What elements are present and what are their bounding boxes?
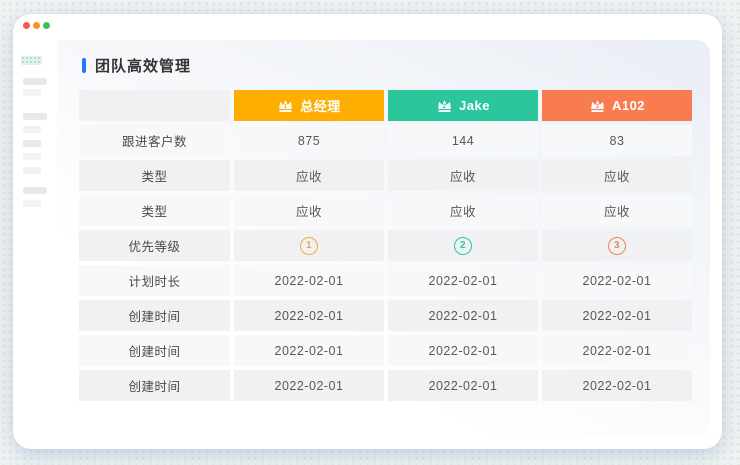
- row-label-cell: 创建时间: [79, 300, 230, 331]
- table-row: 优先等级 1 2 3: [79, 230, 692, 261]
- svg-text:3: 3: [595, 103, 599, 110]
- sidebar-skeleton-item: [23, 187, 47, 194]
- value-cell: 2022-02-01: [388, 335, 538, 366]
- value-cell: 2022-02-01: [388, 300, 538, 331]
- column-header-2[interactable]: 2 Jake: [388, 90, 538, 121]
- page-background: { "window": { "controls": [ {"name": "cl…: [0, 0, 740, 465]
- value-cell: 2022-02-01: [234, 335, 384, 366]
- value-cell: 应收: [542, 160, 692, 191]
- sidebar-skeleton-item: [23, 200, 41, 207]
- sidebar-skeleton-item: [23, 153, 41, 160]
- value-cell: 应收: [234, 195, 384, 226]
- table-row: 类型应收应收应收: [79, 195, 692, 226]
- sidebar-skeleton-item: [23, 140, 41, 147]
- comparison-table: 1总经理2Jake3A102 跟进客户数87514483类型应收应收应收类型应收…: [79, 90, 692, 405]
- sidebar-skeleton-item: [23, 167, 41, 174]
- value-cell: 2022-02-01: [542, 370, 692, 401]
- priority-badge: 2: [454, 237, 472, 255]
- priority-badge: 1: [300, 237, 318, 255]
- row-label-cell: 类型: [79, 195, 230, 226]
- table-row: 类型应收应收应收: [79, 160, 692, 191]
- row-label-cell: 创建时间: [79, 370, 230, 401]
- sidebar-logo-placeholder: [21, 56, 42, 65]
- table-row: 跟进客户数87514483: [79, 125, 692, 156]
- value-cell: 应收: [388, 195, 538, 226]
- crown-icon: 1: [277, 98, 294, 113]
- value-cell: 2022-02-01: [388, 370, 538, 401]
- row-label-cell: 类型: [79, 160, 230, 191]
- value-cell: 875: [234, 125, 384, 156]
- crown-icon: 3: [589, 98, 606, 113]
- value-cell: 2022-02-01: [234, 370, 384, 401]
- sidebar: [13, 14, 57, 449]
- column-header-3[interactable]: 3 A102: [542, 90, 692, 121]
- column-header-label: A102: [612, 98, 645, 113]
- row-label-cell: 计划时长: [79, 265, 230, 296]
- value-cell: 应收: [388, 160, 538, 191]
- value-cell: 1: [234, 230, 384, 261]
- priority-badge: 3: [608, 237, 626, 255]
- table-row: 创建时间2022-02-012022-02-012022-02-01: [79, 370, 692, 401]
- sidebar-skeleton-item: [23, 126, 41, 133]
- value-cell: 2022-02-01: [388, 265, 538, 296]
- table-corner-cell: [79, 90, 230, 121]
- column-header-label: Jake: [459, 98, 490, 113]
- sidebar-skeleton-item: [23, 89, 41, 96]
- value-cell: 2022-02-01: [234, 265, 384, 296]
- table-header-row: 1 总经理 2 Jake 3 A102: [79, 90, 692, 121]
- svg-text:1: 1: [284, 103, 288, 110]
- value-cell: 应收: [234, 160, 384, 191]
- row-label-cell: 创建时间: [79, 335, 230, 366]
- value-cell: 83: [542, 125, 692, 156]
- table-row: 创建时间2022-02-012022-02-012022-02-01: [79, 300, 692, 331]
- column-header-label: 总经理: [300, 96, 341, 115]
- app-window: 团队高效管理 1总经理2Jake3A102 跟进客户数87514483类型应收应…: [13, 14, 722, 449]
- value-cell: 2: [388, 230, 538, 261]
- value-cell: 2022-02-01: [542, 265, 692, 296]
- column-header-1[interactable]: 1 总经理: [234, 90, 384, 121]
- crown-icon: 2: [436, 98, 453, 113]
- sidebar-skeleton-item: [23, 113, 47, 120]
- title-accent-bar: [82, 58, 86, 73]
- page-title: 团队高效管理: [82, 55, 191, 76]
- value-cell: 3: [542, 230, 692, 261]
- page-title-text: 团队高效管理: [95, 55, 191, 76]
- row-label-cell: 跟进客户数: [79, 125, 230, 156]
- content-panel: 团队高效管理 1总经理2Jake3A102 跟进客户数87514483类型应收应…: [57, 40, 710, 437]
- value-cell: 2022-02-01: [542, 335, 692, 366]
- svg-text:2: 2: [443, 103, 447, 110]
- value-cell: 144: [388, 125, 538, 156]
- table-row: 创建时间2022-02-012022-02-012022-02-01: [79, 335, 692, 366]
- table-row: 计划时长2022-02-012022-02-012022-02-01: [79, 265, 692, 296]
- sidebar-skeleton-item: [23, 78, 47, 85]
- row-label-cell: 优先等级: [79, 230, 230, 261]
- value-cell: 2022-02-01: [234, 300, 384, 331]
- value-cell: 应收: [542, 195, 692, 226]
- value-cell: 2022-02-01: [542, 300, 692, 331]
